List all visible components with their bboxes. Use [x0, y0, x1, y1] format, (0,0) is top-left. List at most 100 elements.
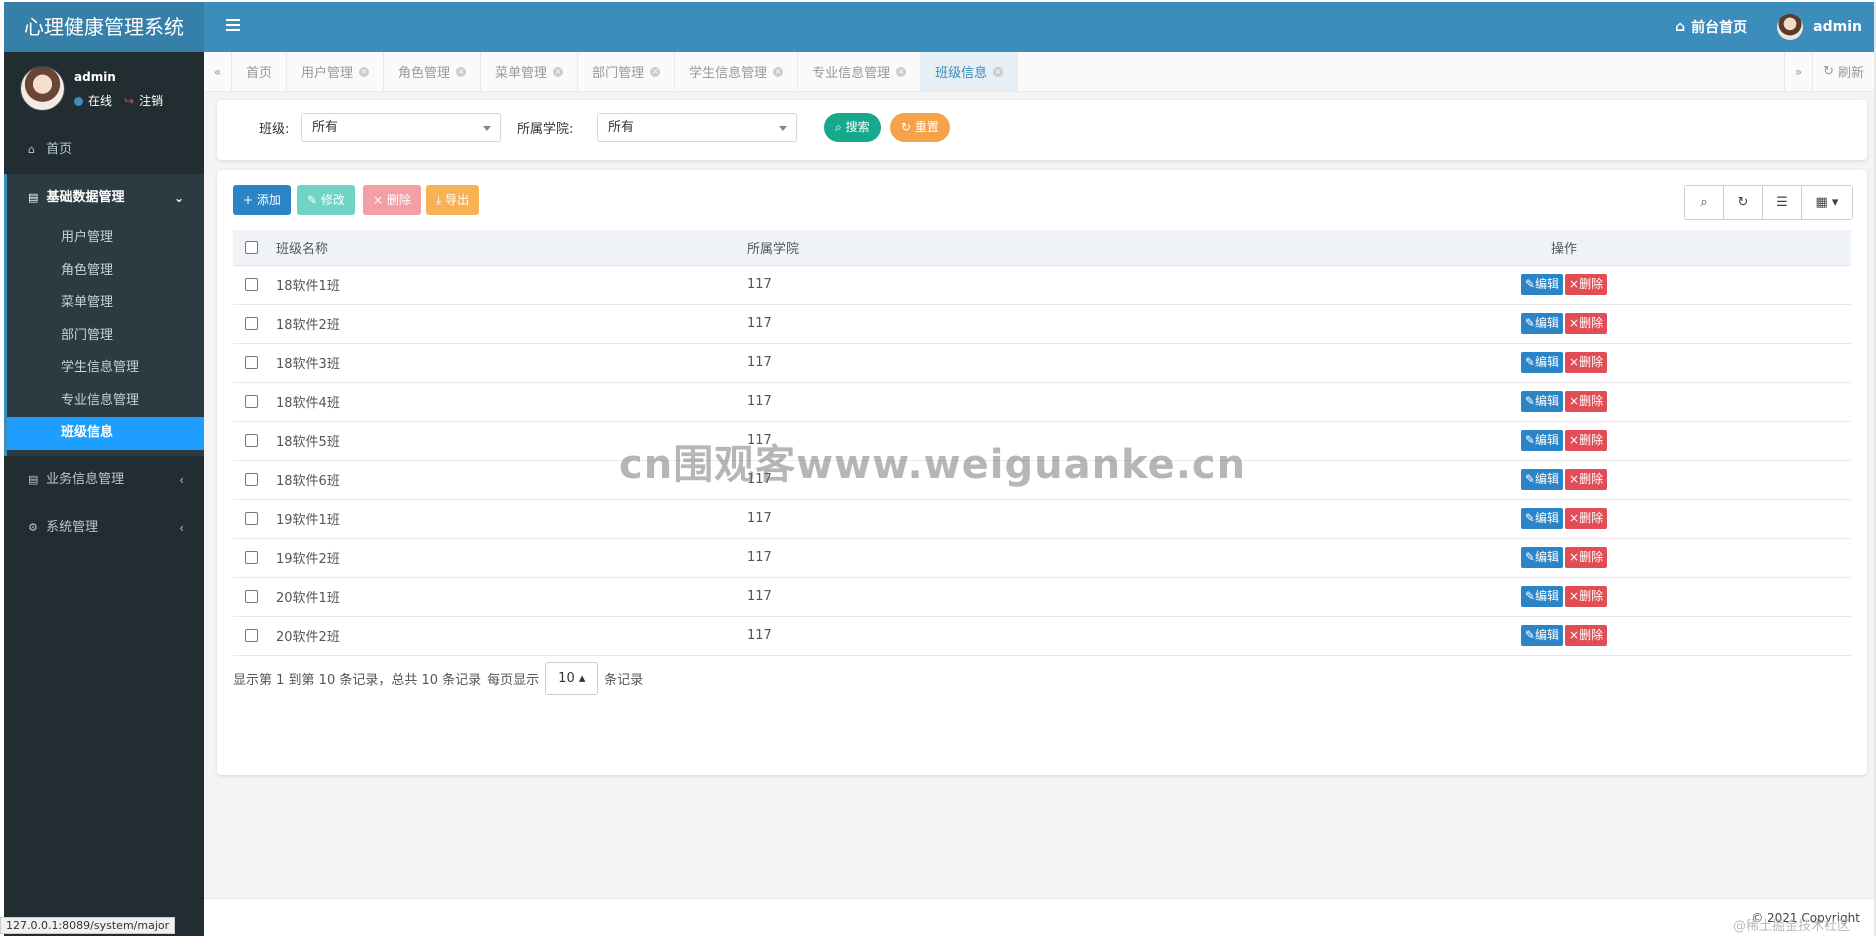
tab-scroll-right-icon[interactable]: »: [1784, 52, 1812, 91]
edit-button[interactable]: ✎ 修改: [297, 185, 355, 215]
sidebar-item-classes[interactable]: 班级信息: [7, 417, 204, 450]
close-icon[interactable]: ×: [359, 66, 370, 77]
cell-actions: ✎编辑 ×删除: [1277, 499, 1851, 539]
row-checkbox[interactable]: [245, 278, 258, 291]
row-checkbox[interactable]: [245, 629, 258, 642]
table-row[interactable]: 20软件2班 117 ✎编辑 ×删除: [233, 616, 1851, 656]
tab-users[interactable]: 用户管理 ×: [287, 52, 385, 91]
sidebar-item-users[interactable]: 用户管理: [7, 222, 204, 255]
toggle-view-icon[interactable]: ☰: [1763, 186, 1802, 219]
row-edit-button[interactable]: ✎编辑: [1520, 391, 1563, 412]
refresh-button[interactable]: ↻ 刷新: [1812, 52, 1874, 91]
tab-roles[interactable]: 角色管理 ×: [384, 52, 482, 91]
sidebar-item-menus[interactable]: 菜单管理: [7, 287, 204, 320]
row-edit-button[interactable]: ✎编辑: [1520, 352, 1563, 373]
row-edit-button[interactable]: ✎编辑: [1520, 508, 1563, 529]
edit-icon: ✎: [307, 193, 318, 207]
table-row[interactable]: 18软件4班 117 ✎编辑 ×删除: [233, 382, 1851, 422]
logout-link[interactable]: ↪ 注销: [124, 92, 163, 109]
select-all-checkbox[interactable]: [245, 240, 258, 254]
close-icon[interactable]: ×: [896, 66, 907, 77]
sidebar-item-majors[interactable]: 专业信息管理: [7, 385, 204, 418]
tab-menus[interactable]: 菜单管理 ×: [481, 52, 579, 91]
sidebar-item-students[interactable]: 学生信息管理: [7, 352, 204, 385]
edit-icon: ✎: [1524, 550, 1535, 564]
row-checkbox[interactable]: [245, 551, 258, 564]
page-size-select[interactable]: 10 ▴: [545, 662, 599, 695]
row-delete-button[interactable]: ×删除: [1565, 430, 1608, 451]
tab-students[interactable]: 学生信息管理 ×: [675, 52, 799, 91]
row-checkbox[interactable]: [245, 356, 258, 369]
row-edit-button[interactable]: ✎编辑: [1520, 274, 1563, 295]
refresh-icon[interactable]: ↻: [1724, 186, 1763, 219]
delete-button[interactable]: × 删除: [363, 185, 421, 215]
row-delete-button[interactable]: ×删除: [1565, 391, 1608, 412]
tab-scroll-left-icon[interactable]: «: [204, 52, 232, 91]
row-delete-button[interactable]: ×删除: [1565, 547, 1608, 568]
row-delete-button[interactable]: ×删除: [1565, 313, 1608, 334]
row-checkbox[interactable]: [245, 473, 258, 486]
row-delete-button[interactable]: ×删除: [1565, 586, 1608, 607]
export-button[interactable]: ⤓ 导出: [426, 185, 480, 215]
tab-home[interactable]: 首页: [232, 52, 288, 91]
sidebar-group-basic-header[interactable]: ▤ 基础数据管理 ⌄: [7, 174, 204, 222]
row-delete-button[interactable]: ×删除: [1565, 274, 1608, 295]
row-delete-button[interactable]: ×删除: [1565, 352, 1608, 373]
avatar: [1777, 14, 1804, 40]
row-checkbox[interactable]: [245, 395, 258, 408]
close-icon[interactable]: ×: [773, 66, 784, 77]
college-filter-select[interactable]: 所有: [597, 113, 797, 142]
pagination: 显示第 1 到第 10 条记录，总共 10 条记录 每页显示 10 ▴ 条记录: [233, 662, 643, 695]
table-row[interactable]: 18软件3班 117 ✎编辑 ×删除: [233, 343, 1851, 383]
row-edit-button[interactable]: ✎编辑: [1520, 547, 1563, 568]
cell-class-name: 20软件2班: [276, 616, 747, 656]
reset-button[interactable]: ↻ 重置: [890, 113, 950, 142]
row-checkbox[interactable]: [245, 512, 258, 525]
sidebar-item-system[interactable]: ⚙ 系统管理 ‹: [4, 504, 204, 552]
sidebar-item-business[interactable]: ▤ 业务信息管理 ‹: [4, 456, 204, 504]
row-delete-button[interactable]: ×删除: [1565, 469, 1608, 490]
footer: © 2021 Copyright: [204, 898, 1874, 936]
home-link[interactable]: ⌂ 前台首页: [1675, 17, 1747, 37]
class-filter-select[interactable]: 所有: [301, 113, 501, 142]
sidebar-item-departments[interactable]: 部门管理: [7, 320, 204, 353]
sidebar-item-roles[interactable]: 角色管理: [7, 255, 204, 288]
table-row[interactable]: 20软件1班 117 ✎编辑 ×删除: [233, 577, 1851, 617]
row-edit-button[interactable]: ✎编辑: [1520, 430, 1563, 451]
tab-departments[interactable]: 部门管理 ×: [578, 52, 676, 91]
tab-majors[interactable]: 专业信息管理 ×: [798, 52, 922, 91]
sidebar-item-home[interactable]: ⌂ 首页: [4, 126, 204, 174]
close-icon[interactable]: ×: [993, 66, 1004, 77]
close-icon[interactable]: ×: [650, 66, 661, 77]
add-button[interactable]: + 添加: [233, 185, 291, 215]
table-row[interactable]: 19软件2班 117 ✎编辑 ×删除: [233, 538, 1851, 578]
row-checkbox[interactable]: [245, 590, 258, 603]
chevron-left-icon: ‹: [179, 472, 184, 487]
close-icon: ×: [1569, 550, 1580, 564]
row-edit-button[interactable]: ✎编辑: [1520, 586, 1563, 607]
row-delete-button[interactable]: ×删除: [1565, 625, 1608, 646]
row-checkbox[interactable]: [245, 317, 258, 330]
row-edit-button[interactable]: ✎编辑: [1520, 469, 1563, 490]
tab-classes[interactable]: 班级信息 ×: [921, 52, 1019, 91]
table-row[interactable]: 19软件1班 117 ✎编辑 ×删除: [233, 499, 1851, 539]
search-icon[interactable]: ⌕: [1685, 186, 1724, 219]
refresh-icon: ↻: [1823, 64, 1834, 79]
table-row[interactable]: 18软件2班 117 ✎编辑 ×删除: [233, 304, 1851, 344]
columns-icon[interactable]: ▦ ▾: [1802, 186, 1852, 219]
column-header-college[interactable]: 所属学院: [747, 230, 1277, 266]
close-icon[interactable]: ×: [456, 66, 467, 77]
user-menu[interactable]: admin: [1777, 14, 1862, 40]
row-delete-button[interactable]: ×删除: [1565, 508, 1608, 529]
row-checkbox[interactable]: [245, 434, 258, 447]
cell-actions: ✎编辑 ×删除: [1277, 616, 1851, 656]
search-button[interactable]: ⌕ 搜索: [824, 113, 881, 142]
user-name: admin: [1813, 19, 1862, 35]
close-icon[interactable]: ×: [553, 66, 564, 77]
sidebar-toggle-icon[interactable]: [226, 16, 242, 36]
row-edit-button[interactable]: ✎编辑: [1520, 313, 1563, 334]
app-logo[interactable]: 心理健康管理系统: [4, 2, 204, 52]
column-header-class-name[interactable]: 班级名称: [276, 230, 747, 266]
table-row[interactable]: 18软件1班 117 ✎编辑 ×删除: [233, 265, 1851, 305]
row-edit-button[interactable]: ✎编辑: [1520, 625, 1563, 646]
